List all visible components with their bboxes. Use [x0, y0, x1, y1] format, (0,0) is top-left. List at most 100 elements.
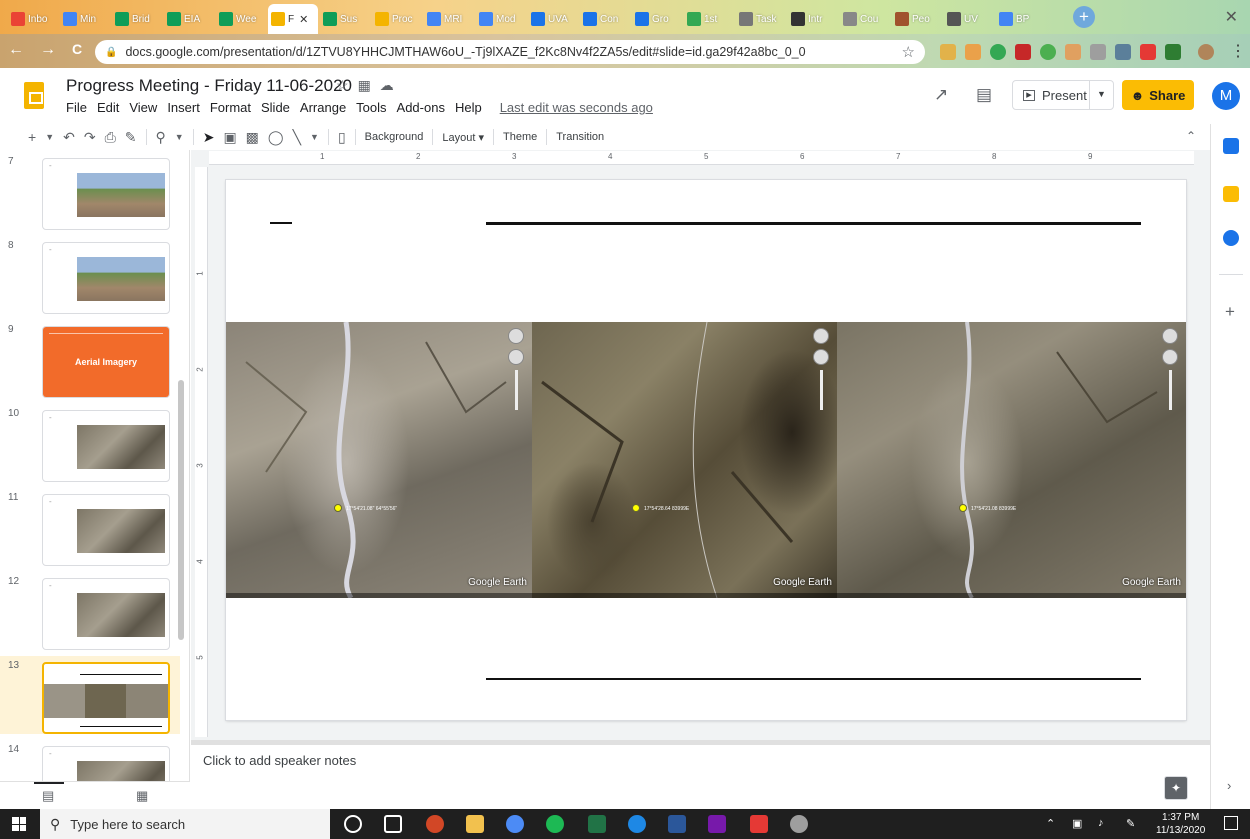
layout-button[interactable]: Layout ▾ — [442, 131, 484, 144]
browser-tab[interactable]: BP — [996, 6, 1046, 32]
browser-tab[interactable]: Wee — [216, 6, 266, 32]
menu-view[interactable]: View — [129, 100, 157, 115]
present-button[interactable]: ▸ Present ▼ — [1012, 80, 1114, 110]
acrobat-icon[interactable] — [750, 815, 768, 833]
show-hidden-icons-chevron-icon[interactable]: ⌃ — [1046, 817, 1055, 830]
print-icon[interactable]: ⎙ — [105, 129, 116, 146]
browser-tab[interactable]: Task — [736, 6, 786, 32]
cloud-status-icon[interactable]: ☁ — [380, 77, 403, 93]
excel-icon[interactable] — [588, 815, 606, 833]
last-edit-link[interactable]: Last edit was seconds ago — [500, 100, 653, 115]
address-bar[interactable]: 🔒 docs.google.com/presentation/d/1ZTVU8Y… — [95, 40, 925, 64]
speaker-notes[interactable]: Click to add speaker notes — [191, 745, 1210, 809]
slide-thumbnail-row[interactable]: 13 — [0, 656, 180, 734]
browser-tab[interactable]: UVA — [528, 6, 578, 32]
current-slide[interactable]: 17°54'21.08" 64°55'56" Google Earth 17°5… — [226, 180, 1186, 720]
account-avatar[interactable]: M — [1212, 82, 1240, 110]
slide-thumbnail-row[interactable]: 11 - — [0, 488, 180, 566]
browser-tab[interactable]: MRI — [424, 6, 474, 32]
browser-tab[interactable]: Cou — [840, 6, 890, 32]
task-view-icon[interactable] — [384, 815, 402, 833]
extension-icon-pen[interactable] — [965, 44, 981, 60]
new-slide-icon[interactable]: + — [28, 129, 36, 145]
comments-icon[interactable]: ▤ — [976, 85, 992, 105]
file-explorer-icon[interactable] — [466, 815, 484, 833]
browser-tab[interactable]: F ✕ — [268, 4, 318, 34]
show-side-panel-chevron-icon[interactable]: › — [1227, 778, 1231, 793]
reload-button[interactable]: C — [72, 41, 82, 57]
transition-button[interactable]: Transition — [556, 131, 604, 143]
extension-icon-pencil[interactable] — [940, 44, 956, 60]
browser-tab[interactable]: Gro — [632, 6, 682, 32]
browser-tab[interactable]: Con — [580, 6, 630, 32]
redo-icon[interactable]: ↷ — [84, 129, 96, 146]
vertical-ruler[interactable]: 1 2 3 4 5 — [195, 167, 208, 737]
paint-format-icon[interactable]: ✎ — [125, 129, 137, 146]
cortana-icon[interactable] — [344, 815, 362, 833]
browser-tab[interactable]: Inbo — [8, 6, 58, 32]
slide-thumbnail[interactable]: - — [42, 242, 170, 314]
zoom-dropdown-icon[interactable]: ▼ — [175, 132, 184, 142]
select-cursor-icon[interactable]: ➤ — [203, 129, 215, 146]
extension-icon-tp[interactable] — [1140, 44, 1156, 60]
browser-tab[interactable]: 1st — [684, 6, 734, 32]
slide-top-line[interactable] — [486, 222, 1141, 225]
slide-thumbnail-row[interactable]: 12 - — [0, 572, 180, 650]
slide-thumbnail[interactable] — [42, 662, 170, 734]
menu-help[interactable]: Help — [455, 100, 482, 115]
taskbar-clock[interactable]: 1:37 PM 11/13/2020 — [1156, 811, 1205, 837]
browser-tab[interactable]: Sus — [320, 6, 370, 32]
star-icon[interactable]: ☆ — [336, 77, 358, 93]
bookmark-star-icon[interactable]: ☆ — [902, 43, 915, 61]
slide-thumbnail[interactable]: - — [42, 746, 170, 781]
extensions-puzzle-icon[interactable] — [1165, 44, 1181, 60]
line-icon[interactable]: ╲ — [293, 129, 301, 146]
slide-thumbnail-row[interactable]: 7- — [0, 152, 180, 230]
slide-thumbnail[interactable]: - — [42, 158, 170, 230]
keep-icon[interactable] — [1223, 186, 1239, 202]
slide-bottom-line[interactable] — [486, 678, 1141, 680]
menu-insert[interactable]: Insert — [167, 100, 200, 115]
calendar-icon[interactable] — [1223, 138, 1239, 154]
menu-slide[interactable]: Slide — [261, 100, 290, 115]
browser-tab[interactable]: Peo — [892, 6, 942, 32]
new-tab-button[interactable]: + — [1073, 6, 1095, 28]
chrome-taskbar-icon[interactable] — [506, 815, 524, 833]
slide-thumbnail[interactable]: Aerial Imagery — [42, 326, 170, 398]
browser-tab[interactable]: EIA — [164, 6, 214, 32]
get-addons-plus-icon[interactable]: + — [1225, 302, 1235, 322]
slides-logo-icon[interactable] — [24, 82, 44, 109]
slide-thumbnail[interactable]: - — [42, 578, 170, 650]
extension-icon-screen[interactable] — [1115, 44, 1131, 60]
slide-thumbnail[interactable]: - — [42, 494, 170, 566]
activity-trend-icon[interactable]: ↗ — [934, 85, 948, 105]
filmstrip-view-icon[interactable]: ▤ — [42, 788, 54, 804]
browser-tab[interactable]: Intr — [788, 6, 838, 32]
extension-icon-pdf[interactable] — [1015, 44, 1031, 60]
menu-addons[interactable]: Add-ons — [397, 100, 445, 115]
back-button[interactable]: ← — [8, 41, 24, 59]
shape-icon[interactable]: ◯ — [268, 129, 284, 146]
volume-icon[interactable]: ♪ — [1098, 817, 1104, 829]
google-earth-taskbar-icon[interactable] — [790, 815, 808, 833]
satellite-image-2[interactable]: 17°54'28.64 83999E Google Earth — [532, 322, 837, 598]
background-button[interactable]: Background — [365, 131, 424, 143]
present-dropdown-chevron-icon[interactable]: ▼ — [1089, 80, 1113, 110]
onenote-icon[interactable] — [708, 815, 726, 833]
network-icon[interactable]: ▣ — [1072, 817, 1082, 830]
collapse-menus-chevron-icon[interactable]: ⌃ — [1186, 129, 1196, 143]
spotify-icon[interactable] — [546, 815, 564, 833]
tasks-icon[interactable] — [1223, 230, 1239, 246]
window-close-icon[interactable]: ✕ — [1225, 7, 1238, 27]
slide-thumbnail-row[interactable]: 8- — [0, 236, 180, 314]
menu-arrange[interactable]: Arrange — [300, 100, 346, 115]
powerpoint-taskbar-icon[interactable] — [426, 815, 444, 833]
line-dropdown-icon[interactable]: ▼ — [310, 132, 319, 142]
taskbar-search[interactable]: ⚲ Type here to search — [40, 809, 330, 839]
word-icon[interactable] — [668, 815, 686, 833]
document-title[interactable]: Progress Meeting - Friday 11-06-2020 — [66, 76, 352, 96]
pen-icon[interactable]: ✎ — [1126, 817, 1135, 830]
extension-icon-face[interactable] — [1065, 44, 1081, 60]
browser-tab[interactable]: Min — [60, 6, 110, 32]
browser-tab[interactable]: Brid — [112, 6, 162, 32]
